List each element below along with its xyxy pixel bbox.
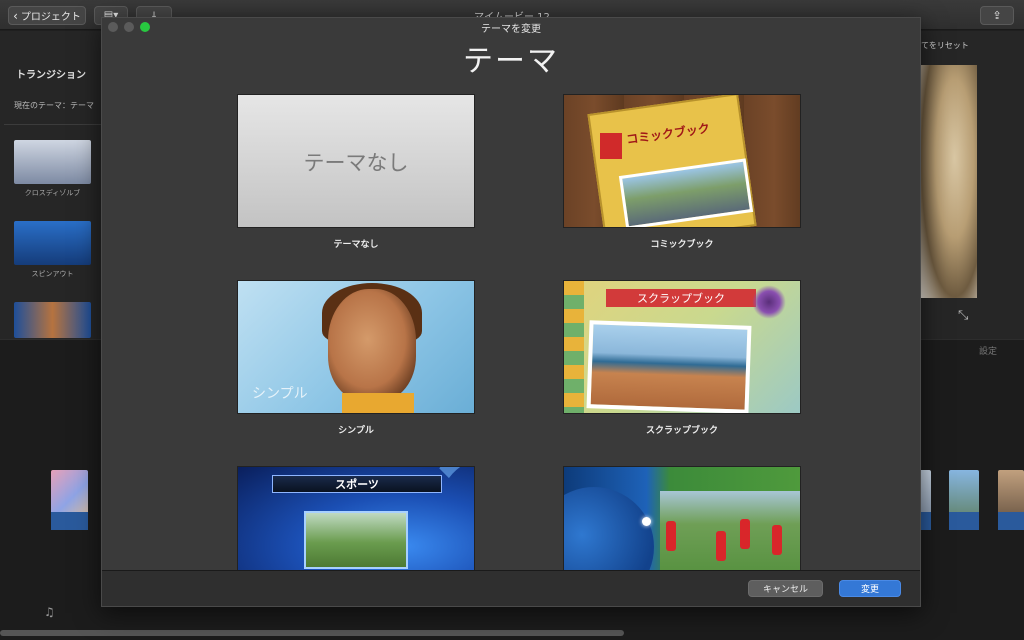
clip-bar bbox=[51, 512, 88, 530]
transition-label: クロスディゾルブ bbox=[24, 189, 81, 197]
theme-label: スクラップブック bbox=[645, 426, 718, 436]
back-button-label: プロジェクト bbox=[20, 12, 81, 23]
thumbnail-figure bbox=[772, 525, 782, 555]
reset-all-button[interactable]: てをリセット bbox=[921, 40, 969, 51]
horizontal-scrollbar[interactable] bbox=[0, 630, 624, 636]
theme-thumbnail-text: スポーツ bbox=[335, 478, 379, 491]
thumbnail-photo bbox=[342, 393, 414, 413]
thumbnail-figure bbox=[740, 519, 750, 549]
theme-card-sports[interactable]: スポーツ bbox=[237, 466, 475, 570]
theme-label: テーマなし bbox=[333, 240, 379, 250]
theme-card-none[interactable]: テーマなし bbox=[237, 94, 475, 228]
transition-label: スピンアウト bbox=[31, 270, 74, 278]
chevron-left-icon: ‹ bbox=[13, 8, 18, 23]
cancel-button[interactable]: キャンセル bbox=[748, 580, 823, 597]
transition-thumbnail-spin-out[interactable] bbox=[14, 221, 91, 265]
sheet-title: テーマを変更 bbox=[481, 24, 541, 35]
thumbnail-photo bbox=[304, 511, 408, 569]
scrapbook-border bbox=[564, 281, 584, 413]
theme-card-news[interactable] bbox=[563, 466, 801, 570]
transition-thumbnail-cross-dissolve[interactable] bbox=[14, 140, 91, 184]
theme-card-simple[interactable]: シンプル bbox=[237, 280, 475, 414]
tab-transitions[interactable]: トランジション bbox=[16, 66, 86, 81]
location-dot-icon bbox=[642, 517, 651, 526]
viewer-preview bbox=[921, 65, 977, 298]
share-icon: ⇪ bbox=[992, 9, 1002, 22]
thumbnail-photo bbox=[328, 289, 416, 401]
theme-grid: テーマなし テーマなし コミックブック コミックブック シンプル シンプル スク… bbox=[102, 80, 920, 570]
fullscreen-icon[interactable]: ⤡ bbox=[958, 308, 968, 323]
theme-thumbnail-text: スクラップブック bbox=[637, 292, 725, 305]
projects-back-button[interactable]: ‹ プロジェクト bbox=[8, 6, 86, 25]
theme-label: シンプル bbox=[338, 426, 374, 436]
settings-button[interactable]: 設定 bbox=[979, 344, 997, 357]
change-button[interactable]: 変更 bbox=[839, 580, 901, 597]
share-button[interactable]: ⇪ bbox=[980, 6, 1014, 25]
globe-graphic bbox=[564, 487, 654, 570]
clip-bar bbox=[998, 512, 1024, 530]
transition-thumbnail[interactable] bbox=[14, 302, 91, 338]
thumbnail-figure bbox=[666, 521, 676, 551]
theme-thumbnail-text: テーマなし bbox=[303, 151, 409, 175]
theme-thumbnail-text: シンプル bbox=[252, 386, 308, 402]
flower-icon bbox=[752, 285, 786, 319]
thumbnail-photo bbox=[660, 491, 800, 570]
current-theme-label: 現在のテーマ：テーマ bbox=[14, 101, 94, 110]
sheet-heading: テーマ bbox=[463, 44, 559, 79]
thumbnail-figure bbox=[716, 531, 726, 561]
clip-bar bbox=[949, 512, 979, 530]
music-note-icon: ♫ bbox=[44, 605, 55, 619]
theme-card-scrapbook[interactable]: スクラップブック bbox=[563, 280, 801, 414]
thumbnail-photo bbox=[586, 320, 752, 413]
divider bbox=[4, 124, 101, 125]
theme-card-comic-book[interactable]: コミックブック bbox=[563, 94, 801, 228]
comic-accent bbox=[600, 133, 622, 159]
theme-label: コミックブック bbox=[650, 240, 714, 250]
